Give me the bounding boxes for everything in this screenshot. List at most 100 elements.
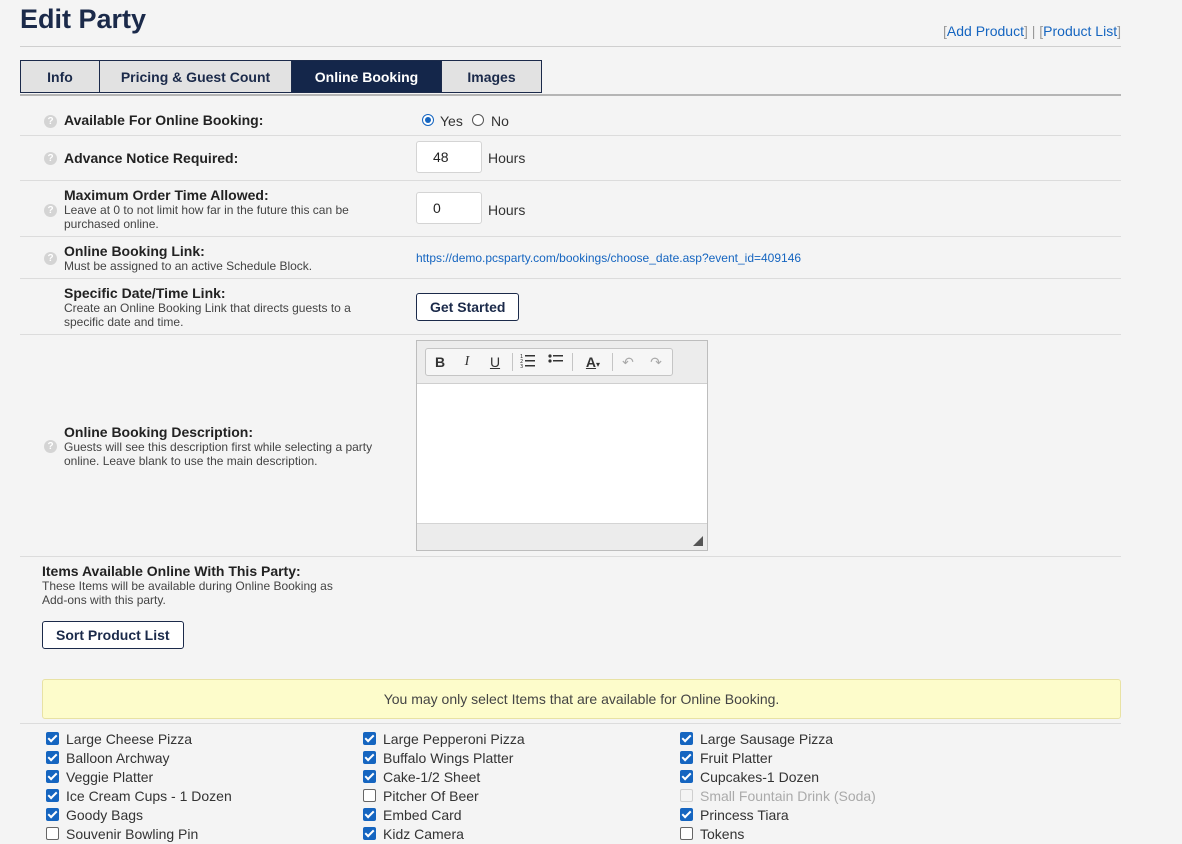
editor-footer [417,523,707,550]
caret-down-icon: ▾ [596,360,601,369]
header-links: [Add Product] | [Product List] [943,23,1121,39]
item-label: Tokens [700,826,745,842]
advance-notice-input[interactable]: 48 [416,141,482,173]
advance-notice-label: Advance Notice Required: [64,150,239,166]
bracket-close: ] [1023,23,1028,39]
redo-icon[interactable]: ↷ [646,352,666,372]
item-checkbox [680,789,693,802]
toolbar-separator [612,353,613,371]
divider [20,723,1121,724]
booking-link-help: Must be assigned to an active Schedule B… [64,259,313,273]
editor-content-area[interactable] [417,384,707,524]
item-label: Small Fountain Drink (Soda) [700,788,876,804]
row-booking-link: ? Online Booking Link: Must be assigned … [20,236,1121,279]
add-product-link[interactable]: Add Product [947,23,1024,39]
radio-no[interactable] [472,114,484,126]
font-color-glyph: A [585,354,597,370]
bullet-list-icon[interactable] [546,352,566,372]
help-icon[interactable]: ? [44,252,57,265]
help-icon[interactable]: ? [44,152,57,165]
item-label: Large Pepperoni Pizza [383,731,525,747]
item-checkbox[interactable] [363,808,376,821]
item-checkbox[interactable] [363,770,376,783]
row-specific-link: Specific Date/Time Link: Create an Onlin… [20,278,1121,335]
item-checkbox[interactable] [363,751,376,764]
item-label: Balloon Archway [66,750,170,766]
ordered-list-icon[interactable]: 123 [518,352,538,372]
item-label: Embed Card [383,807,462,823]
bracket-close: ] [1117,23,1121,39]
item-label: Large Sausage Pizza [700,731,834,747]
tab-online-booking[interactable]: Online Booking [291,60,442,93]
booking-link-url[interactable]: https://demo.pcsparty.com/bookings/choos… [416,251,801,265]
editor-button-group: B I U 123 A▾ ↶ ↷ [425,348,673,376]
row-max-order-time: ? Maximum Order Time Allowed: Leave at 0… [20,180,1121,237]
link-separator: | [1031,23,1036,39]
row-advance-notice: ? Advance Notice Required: 48 Hours [20,135,1121,181]
tab-images[interactable]: Images [441,60,542,93]
bold-button[interactable]: B [430,352,450,372]
get-started-button[interactable]: Get Started [416,293,520,321]
resize-handle-icon[interactable] [693,536,703,546]
radio-no-label: No [491,113,509,129]
item-checkbox[interactable] [46,770,59,783]
item-checkbox[interactable] [363,827,376,840]
underline-button[interactable]: U [485,352,505,372]
undo-icon[interactable]: ↶ [618,352,638,372]
item-checkbox[interactable] [680,770,693,783]
max-order-help: Leave at 0 to not limit how far in the f… [64,203,349,231]
item-checkbox[interactable] [363,732,376,745]
specific-link-help: Create an Online Booking Link that direc… [64,301,351,329]
max-order-unit: Hours [488,202,526,218]
item-checkbox[interactable] [46,732,59,745]
online-booking-notice: You may only select Items that are avail… [42,679,1121,719]
item-label: Buffalo Wings Platter [383,750,514,766]
specific-link-label: Specific Date/Time Link: [64,285,226,301]
item-checkbox[interactable] [363,789,376,802]
product-list-link[interactable]: Product List [1043,23,1117,39]
item-label: Souvenir Bowling Pin [66,826,199,842]
item-label: Pitcher Of Beer [383,788,479,804]
item-label: Ice Cream Cups - 1 Dozen [66,788,232,804]
item-label: Large Cheese Pizza [66,731,193,747]
radio-yes-label: Yes [440,113,463,129]
item-checkbox[interactable] [46,827,59,840]
booking-link-label: Online Booking Link: [64,243,205,259]
italic-button[interactable]: I [457,352,477,372]
item-checkbox[interactable] [680,827,693,840]
tab-info[interactable]: Info [20,60,100,93]
available-label: Available For Online Booking: [64,112,264,128]
toolbar-separator [572,353,573,371]
tab-bar: Info Pricing & Guest Count Online Bookin… [20,60,1121,96]
item-checkbox[interactable] [680,751,693,764]
item-label: Cake-1/2 Sheet [383,769,481,785]
item-checkbox[interactable] [46,751,59,764]
help-icon[interactable]: ? [44,204,57,217]
item-checkbox[interactable] [46,789,59,802]
item-label: Goody Bags [66,807,144,823]
help-icon[interactable]: ? [44,440,57,453]
tab-pricing-guest-count[interactable]: Pricing & Guest Count [99,60,292,93]
item-label: Fruit Platter [700,750,773,766]
item-checkbox[interactable] [680,808,693,821]
items-section-label: Items Available Online With This Party: [42,563,301,579]
description-help: Guests will see this description first w… [64,440,373,468]
advance-notice-unit: Hours [488,150,526,166]
item-label: Cupcakes-1 Dozen [700,769,820,785]
item-checkbox[interactable] [680,732,693,745]
items-section-help: These Items will be available during Onl… [42,579,333,607]
item-label: Kidz Camera [383,826,464,842]
rich-text-editor: B I U 123 A▾ ↶ ↷ [416,340,708,551]
radio-yes[interactable] [422,114,434,126]
sort-product-list-button[interactable]: Sort Product List [42,621,184,649]
editor-toolbar: B I U 123 A▾ ↶ ↷ [417,341,707,384]
page-header: Edit Party [Add Product] | [Product List… [20,0,1121,47]
item-label: Princess Tiara [700,807,789,823]
description-label: Online Booking Description: [64,424,254,440]
toolbar-separator [512,353,513,371]
font-color-button[interactable]: A▾ [580,352,606,372]
max-order-input[interactable]: 0 [416,192,482,224]
item-label: Veggie Platter [66,769,154,785]
item-checkbox[interactable] [46,808,59,821]
help-icon[interactable]: ? [44,115,57,128]
